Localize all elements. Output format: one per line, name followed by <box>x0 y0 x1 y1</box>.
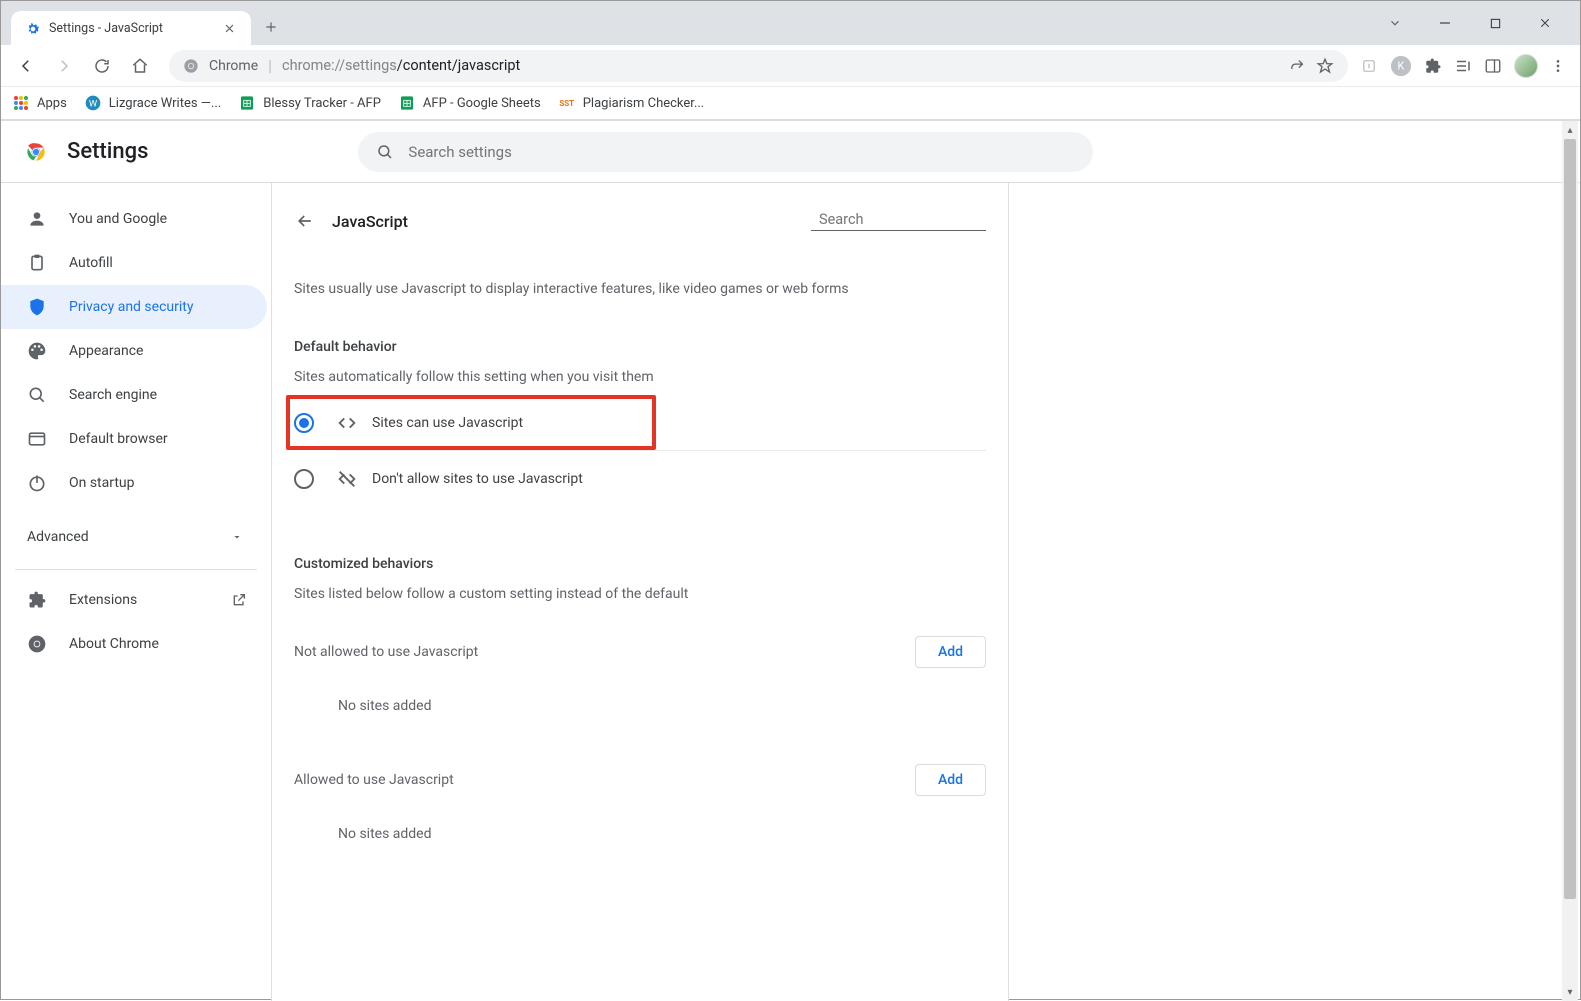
sidebar-item-you-and-google[interactable]: You and Google <box>1 197 267 241</box>
share-icon[interactable] <box>1289 57 1306 74</box>
customized-sub: Sites listed below follow a custom setti… <box>294 586 986 602</box>
settings-panel: JavaScript Sites usually use Javascript … <box>271 183 1009 1001</box>
minimize-button[interactable] <box>1426 8 1464 38</box>
radio-block-js[interactable]: Don't allow sites to use Javascript <box>294 451 986 506</box>
svg-text:K: K <box>1398 59 1405 72</box>
back-button[interactable] <box>9 49 43 83</box>
chevron-down-icon <box>231 531 243 543</box>
address-bar[interactable]: Chrome | chrome://settings/content/javas… <box>169 50 1348 82</box>
new-tab-button[interactable] <box>257 13 285 41</box>
not-allowed-label: Not allowed to use Javascript <box>294 644 478 660</box>
search-icon <box>27 385 47 405</box>
panel-search[interactable] <box>811 211 986 231</box>
menu-icon[interactable] <box>1550 58 1566 74</box>
browser-toolbar: Chrome | chrome://settings/content/javas… <box>1 45 1580 87</box>
scroll-thumb[interactable] <box>1564 139 1576 899</box>
gear-icon <box>25 21 41 37</box>
code-icon <box>336 412 358 434</box>
bookmarks-bar: Apps W Lizgrace Writes —... Blessy Track… <box>1 87 1580 120</box>
forward-button[interactable] <box>47 49 81 83</box>
bookmark-blessy[interactable]: Blessy Tracker - AFP <box>239 95 381 111</box>
side-panel-icon[interactable] <box>1484 57 1502 75</box>
reload-button[interactable] <box>85 49 119 83</box>
star-icon[interactable] <box>1316 57 1334 75</box>
sidebar-item-default-browser[interactable]: Default browser <box>1 417 267 461</box>
extension-icon[interactable] <box>1360 57 1378 75</box>
panel-back-button[interactable] <box>294 211 316 231</box>
app-title: Settings <box>67 139 148 164</box>
no-sites-allowed: No sites added <box>338 826 986 842</box>
panel-intro: Sites usually use Javascript to display … <box>294 281 986 297</box>
code-off-icon <box>336 468 358 490</box>
omnibox-url: chrome://settings/content/javascript <box>282 57 520 74</box>
shield-icon <box>27 297 47 317</box>
puzzle-icon <box>27 590 47 610</box>
sheets-icon <box>239 95 255 111</box>
settings-header: Settings <box>1 121 1580 183</box>
puzzle-icon[interactable] <box>1424 57 1442 75</box>
sidebar-item-appearance[interactable]: Appearance <box>1 329 267 373</box>
chrome-icon <box>183 58 199 74</box>
sidebar-item-autofill[interactable]: Autofill <box>1 241 267 285</box>
window-tabstrip: Settings - JavaScript <box>1 1 1580 45</box>
home-button[interactable] <box>123 49 157 83</box>
bookmark-apps[interactable]: Apps <box>13 95 67 111</box>
vertical-scrollbar[interactable]: ▴ ▾ <box>1562 121 1578 1001</box>
radio-button-unchecked[interactable] <box>294 469 314 489</box>
sidebar-item-search-engine[interactable]: Search engine <box>1 373 267 417</box>
panel-search-input[interactable] <box>819 211 1003 228</box>
sidebar-item-extensions[interactable]: Extensions <box>1 578 267 622</box>
close-window-button[interactable] <box>1526 8 1564 38</box>
sidebar-item-about[interactable]: About Chrome <box>1 622 267 666</box>
apps-icon <box>13 95 29 111</box>
scroll-up-button[interactable]: ▴ <box>1562 121 1578 139</box>
browser-icon <box>27 429 47 449</box>
wordpress-icon: W <box>85 95 101 111</box>
omnibox-prefix: Chrome <box>209 58 258 74</box>
person-icon <box>27 209 47 229</box>
sidebar-item-on-startup[interactable]: On startup <box>1 461 267 505</box>
clipboard-icon <box>27 253 47 273</box>
default-behavior-sub: Sites automatically follow this setting … <box>294 369 986 385</box>
panel-title: JavaScript <box>332 212 811 231</box>
chrome-logo-icon <box>23 139 49 165</box>
svg-text:W: W <box>89 98 98 109</box>
customized-title: Customized behaviors <box>294 556 986 572</box>
power-icon <box>27 473 47 493</box>
chevron-down-icon[interactable] <box>1376 8 1414 38</box>
sidebar-advanced[interactable]: Advanced <box>1 515 271 559</box>
profile-k-icon[interactable]: K <box>1390 55 1412 77</box>
add-not-allowed-button[interactable]: Add <box>915 636 986 668</box>
allowed-label: Allowed to use Javascript <box>294 772 454 788</box>
search-icon <box>376 143 394 161</box>
close-tab-button[interactable] <box>221 21 237 37</box>
maximize-button[interactable] <box>1476 8 1514 38</box>
add-allowed-button[interactable]: Add <box>915 764 986 796</box>
bookmark-plagiarism[interactable]: SST Plagiarism Checker... <box>559 95 704 111</box>
bookmark-lizgrace[interactable]: W Lizgrace Writes —... <box>85 95 221 111</box>
sheets-icon <box>399 95 415 111</box>
palette-icon <box>27 341 47 361</box>
bookmark-afp[interactable]: AFP - Google Sheets <box>399 95 541 111</box>
no-sites-not-allowed: No sites added <box>338 698 986 714</box>
radio-allow-js[interactable]: Sites can use Javascript <box>286 395 656 450</box>
browser-tab[interactable]: Settings - JavaScript <box>11 11 251 46</box>
sidebar-item-privacy[interactable]: Privacy and security <box>1 285 267 329</box>
scroll-down-button[interactable]: ▾ <box>1562 983 1578 1001</box>
sst-icon: SST <box>559 95 575 111</box>
tab-title: Settings - JavaScript <box>49 21 213 36</box>
radio-button-checked[interactable] <box>294 413 314 433</box>
avatar[interactable] <box>1514 54 1538 78</box>
chrome-icon <box>27 634 47 654</box>
settings-search[interactable] <box>358 132 1093 172</box>
default-behavior-title: Default behavior <box>294 339 986 355</box>
settings-search-input[interactable] <box>408 143 1075 161</box>
launch-icon <box>231 592 247 608</box>
reading-list-icon[interactable] <box>1454 57 1472 75</box>
settings-sidebar: You and Google Autofill Privacy and secu… <box>1 183 271 1001</box>
